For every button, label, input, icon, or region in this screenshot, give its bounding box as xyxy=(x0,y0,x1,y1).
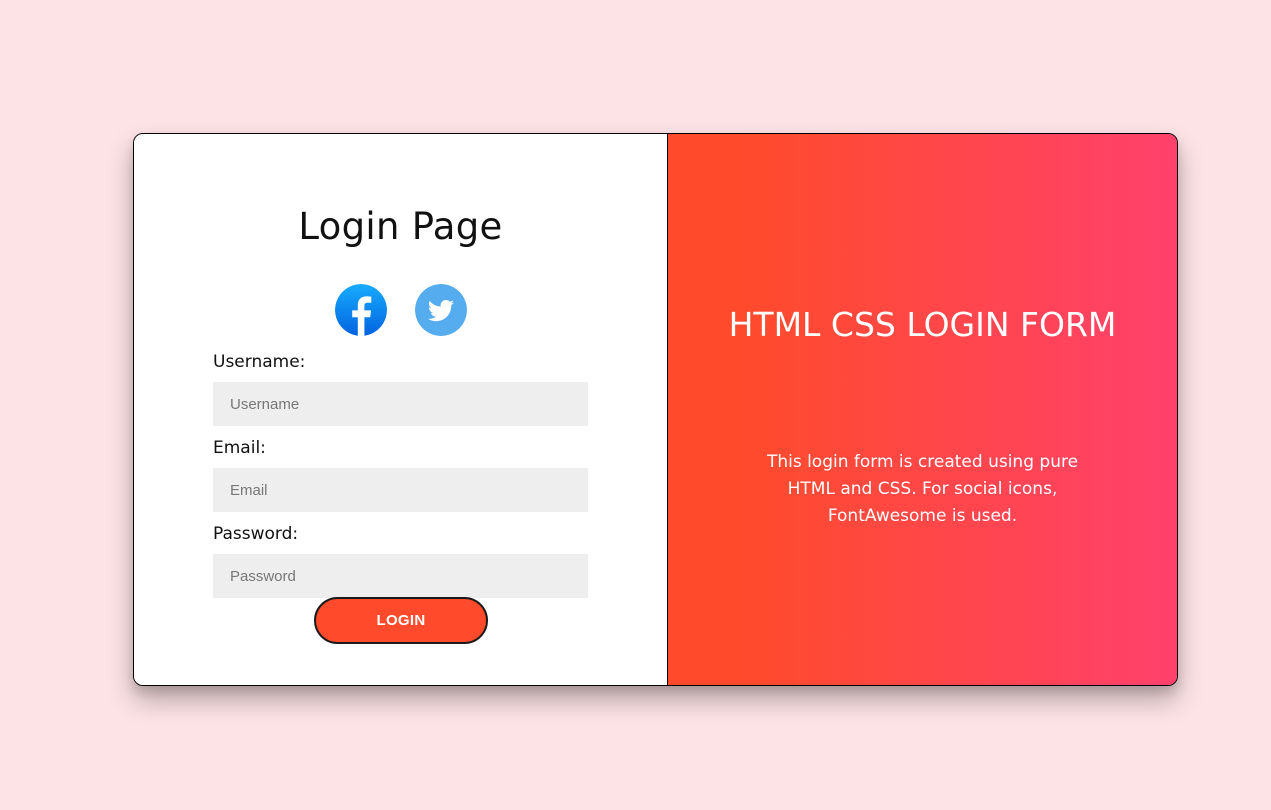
info-panel: HTML CSS LOGIN FORM This login form is c… xyxy=(668,134,1177,685)
login-card: Login Page Username: Email: xyxy=(133,133,1178,686)
password-label: Password: xyxy=(213,524,299,544)
login-button[interactable]: LOGIN xyxy=(314,597,488,644)
social-links xyxy=(134,284,667,336)
username-label: Username: xyxy=(213,352,306,372)
username-input[interactable] xyxy=(213,382,588,426)
login-form: Username: Email: Password: xyxy=(213,350,588,608)
twitter-icon[interactable] xyxy=(414,284,467,336)
login-panel: Login Page Username: Email: xyxy=(134,134,668,685)
info-title: HTML CSS LOGIN FORM xyxy=(728,305,1117,344)
email-input[interactable] xyxy=(213,468,588,512)
page-title: Login Page xyxy=(298,205,503,248)
info-description: This login form is created using pure HT… xyxy=(766,452,1079,526)
password-input[interactable] xyxy=(213,554,588,598)
facebook-icon[interactable] xyxy=(334,284,387,336)
email-label: Email: xyxy=(213,438,266,458)
